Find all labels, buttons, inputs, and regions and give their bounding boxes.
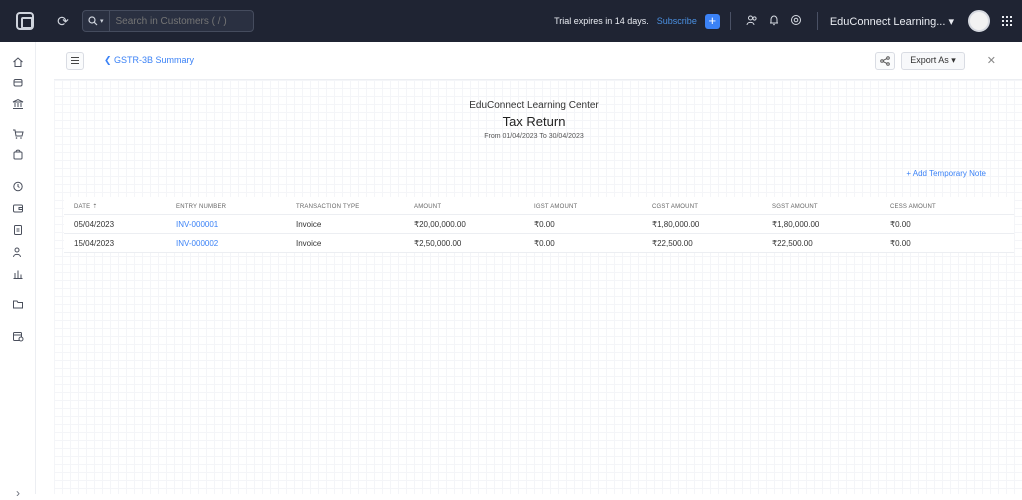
- back-link[interactable]: ❮ GSTR-3B Summary: [104, 55, 194, 66]
- column-header-sgst-amount: SGST AMOUNT: [762, 197, 880, 215]
- gear-icon[interactable]: [785, 14, 807, 29]
- report-toolbar: ❮ GSTR-3B Summary Export As ▾ ✕: [54, 42, 1022, 80]
- divider: [816, 12, 818, 30]
- cell-entry-number-link[interactable]: INV-000001: [166, 214, 286, 234]
- cart-icon[interactable]: [0, 128, 36, 143]
- clock-icon[interactable]: [0, 180, 36, 195]
- table-header-row: DATE ⇡ ENTRY NUMBER TRANSACTION TYPE AMO…: [64, 197, 1014, 215]
- home-icon[interactable]: [0, 56, 36, 71]
- top-bar: ⟳ ▾ Trial expires in 14 days. Subscribe …: [0, 0, 1022, 42]
- cell-transaction-type: Invoice: [286, 214, 404, 234]
- hamburger-menu-button[interactable]: [66, 51, 84, 70]
- cell-cess-amount: ₹0.00: [880, 214, 1014, 234]
- export-as-button[interactable]: Export As ▾: [901, 51, 965, 70]
- search-icon: [88, 16, 98, 26]
- report-period: From 01/04/2023 To 30/04/2023: [484, 133, 584, 140]
- share-icon: [880, 55, 891, 66]
- cell-entry-number-link[interactable]: INV-000002: [166, 233, 286, 253]
- cell-amount: ₹20,00,000.00: [404, 214, 524, 234]
- report-header: EduConnect Learning Center Tax Return Fr…: [54, 100, 1014, 140]
- column-header-entry-number: ENTRY NUMBER: [166, 197, 286, 215]
- cell-igst-amount: ₹0.00: [524, 233, 642, 253]
- chart-icon[interactable]: [0, 268, 36, 283]
- cell-cess-amount: ₹0.00: [880, 233, 1014, 253]
- cell-cgst-amount: ₹1,80,000.00: [642, 214, 762, 234]
- subscribe-link[interactable]: Subscribe: [657, 16, 697, 26]
- column-header-cgst-amount: CGST AMOUNT: [642, 197, 762, 215]
- folder-icon[interactable]: [0, 298, 36, 313]
- cube-icon[interactable]: [0, 76, 36, 91]
- avatar[interactable]: [968, 10, 990, 32]
- divider: [729, 12, 731, 30]
- users-icon[interactable]: [741, 14, 763, 29]
- share-button[interactable]: [875, 51, 896, 70]
- chevron-down-icon: ▾: [100, 18, 104, 25]
- wallet-icon[interactable]: [0, 202, 36, 217]
- app-logo-icon: [16, 12, 34, 30]
- column-header-transaction-type: TRANSACTION TYPE: [286, 197, 404, 215]
- bag-icon[interactable]: [0, 148, 36, 163]
- bell-icon[interactable]: [763, 14, 785, 29]
- users-icon[interactable]: [0, 246, 36, 261]
- cell-sgst-amount: ₹22,500.00: [762, 233, 880, 253]
- search-input[interactable]: [109, 15, 240, 27]
- page-title: Tax Return: [502, 114, 566, 129]
- column-header-amount: AMOUNT: [404, 197, 524, 215]
- cell-amount: ₹2,50,000.00: [404, 233, 524, 253]
- tax-return-table: DATE ⇡ ENTRY NUMBER TRANSACTION TYPE AMO…: [64, 197, 1014, 253]
- chevron-right-icon[interactable]: ›: [0, 486, 36, 500]
- search-box[interactable]: ▾: [82, 10, 254, 32]
- column-header-igst-amount: IGST AMOUNT: [524, 197, 642, 215]
- column-header-cess-amount: CESS AMOUNT: [880, 197, 1014, 215]
- refresh-icon[interactable]: ⟳: [50, 13, 76, 30]
- cell-date: 15/04/2023: [64, 233, 166, 253]
- trial-text: Trial expires in 14 days.: [554, 16, 649, 26]
- calendar-icon[interactable]: [0, 330, 36, 345]
- report-content: EduConnect Learning Center Tax Return Fr…: [54, 80, 1022, 494]
- sidebar: ›: [0, 42, 36, 500]
- cell-transaction-type: Invoice: [286, 233, 404, 253]
- brand[interactable]: [0, 0, 50, 42]
- close-icon[interactable]: ✕: [987, 54, 996, 67]
- app-grid-icon[interactable]: [1002, 16, 1012, 26]
- table-row: 15/04/2023 INV-000002 Invoice ₹2,50,000.…: [64, 233, 1014, 253]
- cell-date: 05/04/2023: [64, 214, 166, 234]
- cell-igst-amount: ₹0.00: [524, 214, 642, 234]
- quick-create-button[interactable]: +: [704, 13, 720, 29]
- add-temporary-note-link[interactable]: + Add Temporary Note: [906, 169, 986, 178]
- bank-icon[interactable]: [0, 98, 36, 113]
- search-scope-dropdown[interactable]: ▾: [83, 11, 110, 31]
- table-row: 05/04/2023 INV-000001 Invoice ₹20,00,000…: [64, 214, 1014, 234]
- cell-sgst-amount: ₹1,80,000.00: [762, 214, 880, 234]
- cell-cgst-amount: ₹22,500.00: [642, 233, 762, 253]
- document-icon[interactable]: [0, 224, 36, 239]
- organization-name: EduConnect Learning Center: [469, 100, 599, 111]
- organization-switcher[interactable]: EduConnect Learning... ▾: [830, 15, 954, 28]
- column-header-date[interactable]: DATE ⇡: [64, 197, 166, 215]
